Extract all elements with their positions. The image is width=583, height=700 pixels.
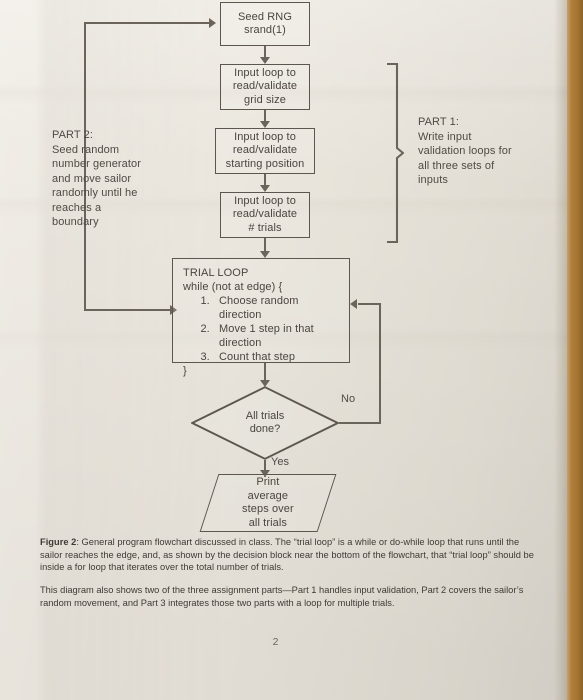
decision-label: All trials done? (191, 386, 339, 460)
connector-part2-top-horizontal (84, 22, 209, 25)
connector-no-into-trial-loop (358, 303, 381, 306)
page-number: 2 (272, 636, 279, 648)
node-seed-rng: Seed RNG srand(1) (220, 2, 310, 46)
trial-loop-step-3: Count that step (213, 350, 340, 364)
trial-loop-steps: Choose random direction Move 1 step in t… (183, 294, 340, 364)
arrowhead-into-trial-loop-right (350, 299, 357, 309)
connector-no-from-decision (339, 422, 381, 425)
annotation-part1: PART 1: Write input validation loops for… (418, 115, 518, 188)
arrowhead-into-start-box (260, 121, 270, 128)
arrowhead-into-trial-loop-top (260, 251, 270, 258)
bracket-part1 (387, 62, 404, 244)
input-start-line3: starting position (225, 157, 305, 170)
print-line3: steps over (242, 503, 294, 515)
input-trials-line1: Input loop to (234, 194, 296, 207)
trial-loop-step-2: Move 1 step in that direction (213, 322, 340, 350)
scanned-page: Seed RNG srand(1) Input loop to read/val… (0, 0, 583, 700)
input-grid-line2: read/validate (232, 80, 298, 93)
annotation-part1-title: PART 1: (418, 116, 460, 128)
input-grid-line1: Input loop to (234, 66, 296, 79)
node-input-grid-size: Input loop to read/validate grid size (220, 64, 310, 110)
trial-loop-close-brace: } (183, 365, 187, 377)
node-trial-loop: TRIAL LOOP while (not at edge) { Choose … (172, 258, 350, 377)
input-grid-line3: grid size (244, 93, 286, 106)
edge-label-no: No (341, 393, 356, 405)
print-line4: all trials (248, 516, 288, 529)
input-start-line1: Input loop to (234, 130, 296, 143)
annotation-part1-body: Write input validation loops for all thr… (418, 130, 512, 187)
trial-loop-step-1: Choose random direction (213, 294, 340, 322)
print-result-text: Print average steps over all trials (242, 476, 294, 530)
annotation-part2-body: Seed random number generator and move sa… (52, 143, 142, 229)
input-trials-line3: # trials (248, 221, 282, 234)
arrowhead-into-grid-box (260, 57, 270, 64)
figure-caption: Figure 2: General program flowchart disc… (40, 536, 534, 574)
node-input-starting-position: Input loop to read/validate starting pos… (215, 128, 315, 174)
seed-rng-line1: Seed RNG (238, 10, 292, 23)
node-decision-all-trials-done: All trials done? (191, 386, 339, 460)
scan-edge-shadow (554, 0, 567, 700)
figure-caption-text: General program flowchart discussed in c… (40, 537, 534, 573)
connector-part2-bottom-horizontal (84, 309, 172, 312)
trial-loop-while: while (not at edge) { (183, 281, 283, 293)
node-print-average-steps: Print average steps over all trials (199, 474, 337, 532)
trial-loop-title: TRIAL LOOP (183, 267, 249, 279)
node-input-num-trials: Input loop to read/validate # trials (220, 192, 310, 238)
annotation-part2: PART 2: Seed random number generator and… (52, 128, 147, 230)
input-start-line2: read/validate (232, 144, 298, 157)
decision-line2: done? (249, 423, 281, 435)
connector-no-vertical (379, 303, 382, 424)
print-line2: average (247, 489, 289, 502)
annotation-part2-title: PART 2: (52, 129, 94, 141)
arrowhead-into-seed-rng (209, 18, 216, 28)
decision-line1: All trials (245, 409, 285, 422)
seed-rng-line2: srand(1) (244, 24, 286, 36)
edge-label-yes: Yes (271, 456, 289, 468)
figure-caption-paragraph-2: This diagram also shows two of the three… (40, 585, 524, 608)
scanner-edge-strip (567, 0, 583, 700)
arrowhead-into-trials-box (260, 185, 270, 192)
figure-caption-label: Figure 2 (40, 537, 77, 547)
print-line1: Print (256, 476, 280, 488)
input-trials-line2: read/validate (232, 208, 298, 221)
